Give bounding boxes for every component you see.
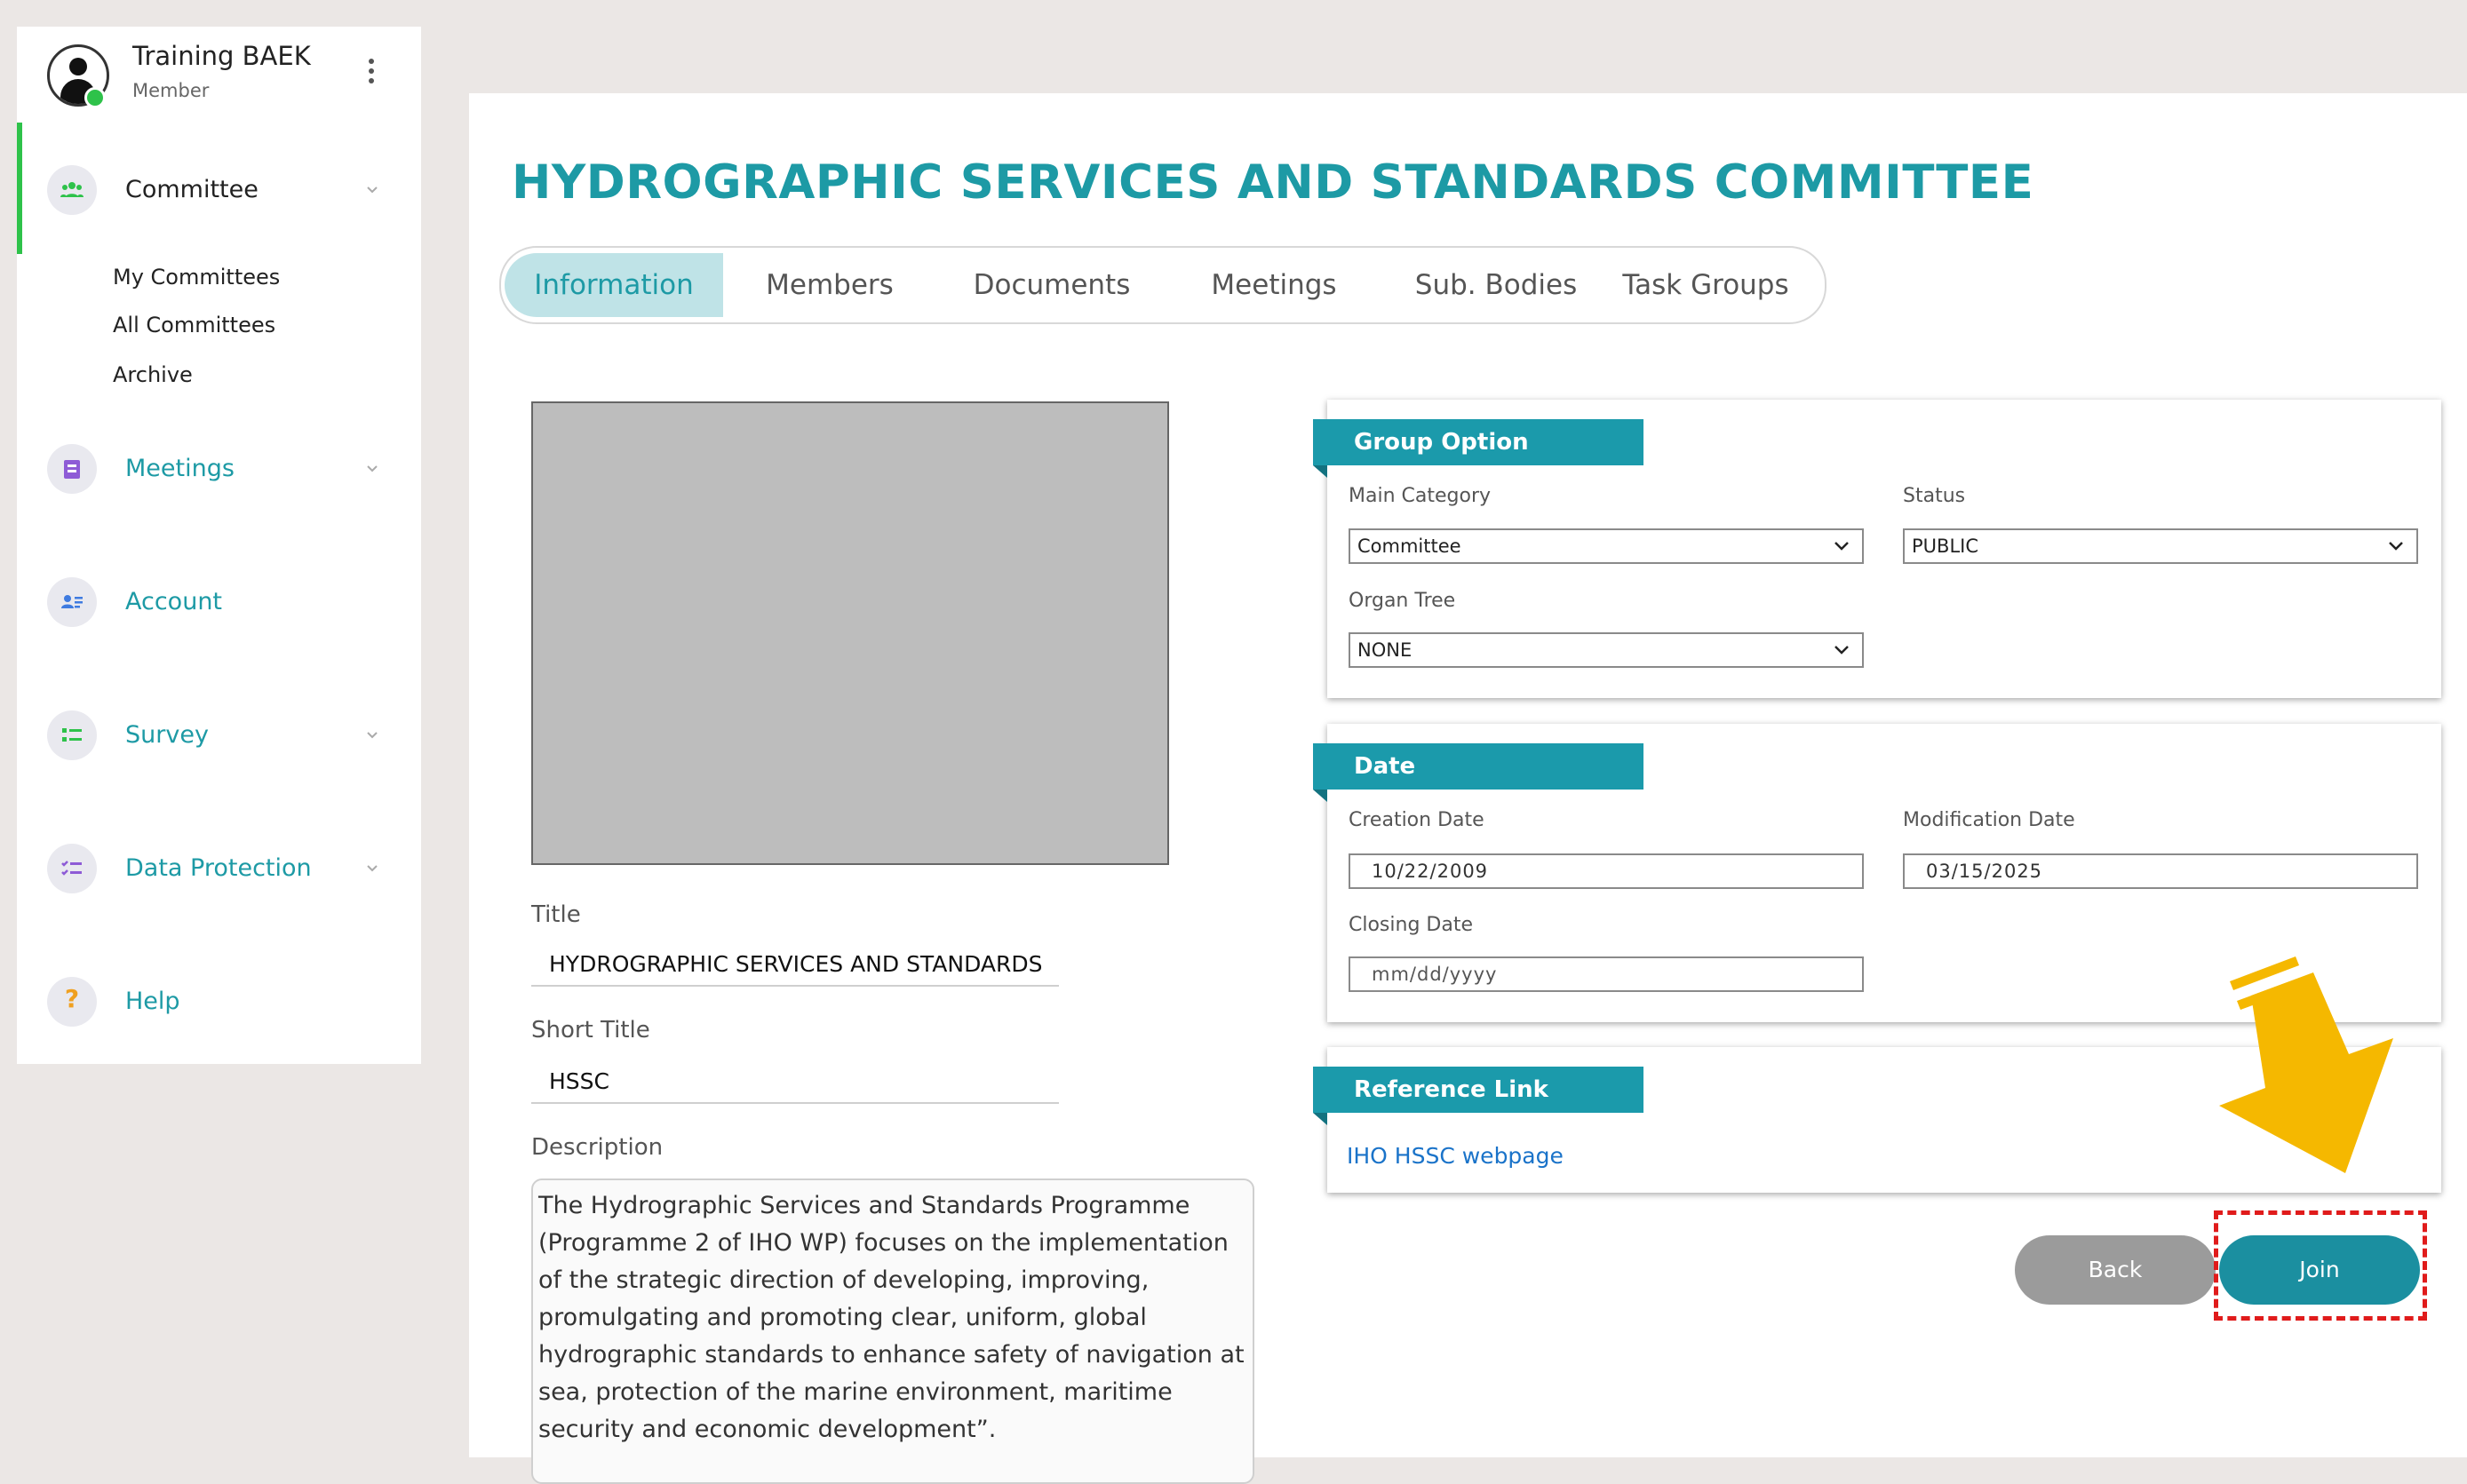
sidebar-item-label: Committee xyxy=(125,176,259,203)
tab-meetings[interactable]: Meetings xyxy=(1176,248,1372,322)
title-input[interactable]: HYDROGRAPHIC SERVICES AND STANDARDS COMM… xyxy=(549,951,1041,977)
closing-date-label: Closing Date xyxy=(1349,914,1473,936)
title-label: Title xyxy=(531,901,581,928)
sidebar-item-committee[interactable]: Committee xyxy=(47,165,394,215)
sidebar-item-label: Survey xyxy=(125,721,209,749)
sidebar-item-survey[interactable]: Survey xyxy=(47,710,394,760)
active-indicator xyxy=(17,123,22,254)
main-panel: HYDROGRAPHIC SERVICES AND STANDARDS COMM… xyxy=(469,93,2467,1484)
status-value: PUBLIC xyxy=(1912,536,1978,557)
organ-tree-value: NONE xyxy=(1357,639,1413,661)
checklist-icon xyxy=(47,844,97,893)
user-name: Training BAEK xyxy=(132,41,311,71)
status-label: Status xyxy=(1903,485,1966,507)
description-textarea[interactable]: The Hydrographic Services and Standards … xyxy=(531,1178,1254,1484)
date-header: Date xyxy=(1313,743,1643,790)
creation-date-input[interactable]: 10/22/2009 xyxy=(1349,853,1864,889)
main-category-value: Committee xyxy=(1357,536,1461,557)
more-options-icon[interactable] xyxy=(369,59,378,88)
sidebar-item-label: Data Protection xyxy=(125,854,312,882)
sidebar: Training BAEK Member Committee My Commit… xyxy=(17,27,421,1064)
short-title-input[interactable]: HSSC xyxy=(549,1068,1041,1094)
chevron-down-icon xyxy=(2389,542,2403,551)
organ-tree-label: Organ Tree xyxy=(1349,590,1456,612)
question-icon: ? xyxy=(47,977,97,1027)
sidebar-subitem-my-committees[interactable]: My Committees xyxy=(113,265,280,290)
online-status-icon xyxy=(84,87,106,108)
description-text: The Hydrographic Services and Standards … xyxy=(538,1192,1245,1443)
header-fold xyxy=(1313,1113,1327,1125)
list-icon xyxy=(47,710,97,760)
chevron-down-icon xyxy=(367,732,378,739)
id-card-icon xyxy=(47,577,97,627)
chevron-down-icon xyxy=(1834,646,1849,655)
iho-hssc-webpage-link[interactable]: IHO HSSC webpage xyxy=(1347,1143,1564,1169)
reference-link-header: Reference Link xyxy=(1313,1067,1643,1113)
tab-task-groups[interactable]: Task Groups xyxy=(1599,248,1812,322)
main-category-label: Main Category xyxy=(1349,485,1492,507)
tab-information[interactable]: Information xyxy=(505,253,723,317)
main-category-select[interactable]: Committee xyxy=(1349,528,1864,564)
sidebar-item-label: Help xyxy=(125,988,180,1015)
short-title-label: Short Title xyxy=(531,1017,650,1044)
tab-sub-bodies[interactable]: Sub. Bodies xyxy=(1389,248,1603,322)
sidebar-item-label: Meetings xyxy=(125,455,235,482)
sidebar-item-account[interactable]: Account xyxy=(47,577,394,627)
sidebar-subitem-archive[interactable]: Archive xyxy=(113,362,193,387)
sidebar-item-help[interactable]: ? Help xyxy=(47,977,394,1027)
header-fold xyxy=(1313,790,1327,802)
committee-image-placeholder[interactable] xyxy=(531,401,1169,865)
tab-documents[interactable]: Documents xyxy=(954,248,1150,322)
modification-date-label: Modification Date xyxy=(1903,809,2075,831)
chevron-down-icon xyxy=(1834,542,1849,551)
back-button[interactable]: Back xyxy=(2015,1235,2216,1305)
tab-members[interactable]: Members xyxy=(741,248,919,322)
title-underline xyxy=(531,985,1059,987)
header-fold xyxy=(1313,465,1327,478)
organ-tree-select[interactable]: NONE xyxy=(1349,632,1864,668)
creation-date-label: Creation Date xyxy=(1349,809,1484,831)
tab-bar: Information Members Documents Meetings S… xyxy=(499,246,1826,324)
status-select[interactable]: PUBLIC xyxy=(1903,528,2418,564)
users-icon xyxy=(47,165,97,215)
sidebar-item-data-protection[interactable]: Data Protection xyxy=(47,844,394,893)
sidebar-subitem-all-committees[interactable]: All Committees xyxy=(113,313,275,337)
page-title: HYDROGRAPHIC SERVICES AND STANDARDS COMM… xyxy=(512,155,2034,210)
group-option-header: Group Option xyxy=(1313,419,1643,465)
sidebar-item-meetings[interactable]: Meetings xyxy=(47,444,394,494)
user-role: Member xyxy=(132,80,210,101)
group-option-card: Group Option Main Category Committee Sta… xyxy=(1313,400,2441,698)
description-label: Description xyxy=(531,1134,664,1161)
sidebar-item-label: Account xyxy=(125,588,223,615)
chevron-down-icon xyxy=(367,865,378,872)
arrow-pointer-icon xyxy=(2219,956,2393,1173)
short-title-underline xyxy=(531,1102,1059,1104)
chevron-down-icon xyxy=(367,186,378,194)
closing-date-input[interactable]: mm/dd/yyyy xyxy=(1349,956,1864,992)
chevron-down-icon xyxy=(367,465,378,472)
join-button[interactable]: Join xyxy=(2219,1235,2420,1305)
modification-date-input[interactable]: 03/15/2025 xyxy=(1903,853,2418,889)
calendar-icon xyxy=(47,444,97,494)
